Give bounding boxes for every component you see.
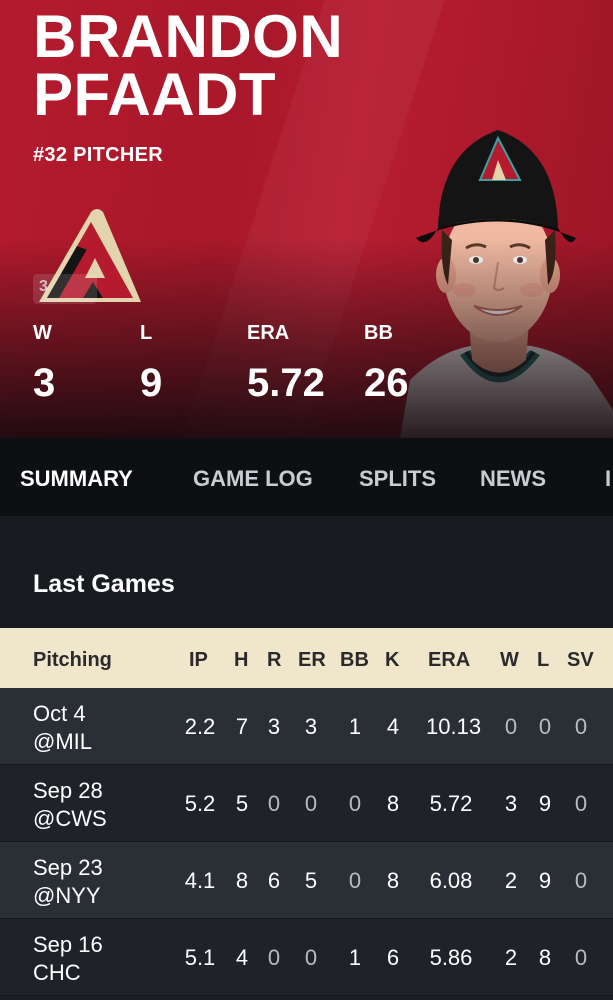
game-opponent: @NYY	[33, 883, 101, 908]
cell-k: 8	[386, 868, 400, 893]
stat-value: 3	[33, 361, 56, 405]
game-date: Sep 23	[33, 855, 103, 880]
col-era: ERA	[428, 649, 471, 671]
cell-sv: 0	[574, 791, 588, 816]
overlay-badge: 3	[33, 274, 97, 304]
game-date-opponent: Oct 4 @MIL	[33, 700, 92, 756]
cell-ip: 4.1	[184, 868, 216, 893]
cell-bb: 0	[348, 868, 362, 893]
tab-news[interactable]: NEWS	[480, 466, 546, 492]
cell-era: 10.13	[426, 714, 482, 739]
game-date: Sep 28	[33, 778, 103, 803]
col-er: ER	[298, 649, 326, 671]
table-header: Pitching IP H R ER BB K ERA W L SV	[0, 628, 613, 688]
cell-er: 3	[304, 714, 318, 739]
cell-l: 0	[538, 714, 552, 739]
player-name: BRANDON PFAADT	[33, 3, 344, 128]
game-opponent: @MIL	[33, 729, 93, 754]
table-row[interactable]: Sep 23 @NYY 4.1 8 6 5 0 8 6.08 2 9 0	[0, 842, 613, 919]
tab-splits[interactable]: SPLITS	[359, 466, 436, 492]
stat-walks: BB 26	[364, 322, 409, 406]
cell-k: 6	[386, 945, 400, 970]
col-h: H	[234, 649, 249, 671]
stat-losses: L 9	[140, 322, 162, 406]
game-date: Sep 16	[33, 932, 103, 957]
col-l: L	[537, 649, 550, 671]
cell-er: 0	[304, 791, 318, 816]
cell-era: 6.08	[429, 868, 473, 893]
tab-bar: SUMMARY GAME LOG SPLITS NEWS I	[0, 438, 613, 516]
game-opponent: CHC	[33, 960, 81, 985]
cell-ip: 5.1	[184, 945, 216, 970]
stat-label: ERA	[247, 322, 290, 344]
stat-label: BB	[364, 322, 393, 344]
game-date-opponent: Sep 28 @CWS	[33, 777, 107, 833]
tab-overflow[interactable]: I	[605, 466, 611, 492]
cell-ip: 2.2	[184, 714, 216, 739]
game-date-opponent: Sep 16 CHC	[33, 931, 103, 987]
col-k: K	[385, 649, 400, 671]
cell-r: 3	[267, 714, 281, 739]
tab-summary[interactable]: SUMMARY	[20, 466, 133, 492]
cell-k: 8	[386, 791, 400, 816]
game-date: Oct 4	[33, 701, 86, 726]
cell-era: 5.72	[429, 791, 473, 816]
cell-era: 5.86	[429, 945, 473, 970]
col-pitching: Pitching	[33, 649, 112, 671]
cell-bb: 0	[348, 791, 362, 816]
last-games-section: Last Games	[0, 516, 613, 628]
stat-label: L	[140, 322, 153, 344]
player-number-position: #32 PITCHER	[33, 144, 164, 166]
stat-era: ERA 5.72	[247, 322, 325, 406]
cell-l: 9	[538, 791, 552, 816]
cell-sv: 0	[574, 868, 588, 893]
stat-label: W	[33, 322, 52, 344]
cell-er: 0	[304, 945, 318, 970]
tab-game-log[interactable]: GAME LOG	[193, 466, 313, 492]
cell-er: 5	[304, 868, 318, 893]
cell-ip: 5.2	[184, 791, 216, 816]
table-row[interactable]: Sep 16 CHC 5.1 4 0 0 1 6 5.86 2 8 0	[0, 919, 613, 996]
stat-value: 5.72	[247, 361, 325, 405]
col-r: R	[267, 649, 282, 671]
game-date-opponent: Sep 23 @NYY	[33, 854, 103, 910]
cell-sv: 0	[574, 714, 588, 739]
cell-bb: 1	[348, 945, 362, 970]
table-row[interactable]: Sep 28 @CWS 5.2 5 0 0 0 8 5.72 3 9 0	[0, 765, 613, 842]
cell-r: 0	[267, 945, 281, 970]
cell-sv: 0	[574, 945, 588, 970]
player-hero: BRANDON PFAADT #32 PITCHER 3 W 3 L 9 ERA…	[0, 0, 613, 438]
section-title: Last Games	[33, 570, 175, 598]
stat-value: 9	[140, 361, 163, 405]
stat-wins: W 3	[33, 322, 55, 406]
cell-k: 4	[386, 714, 400, 739]
cell-l: 8	[538, 945, 552, 970]
col-w: W	[500, 649, 519, 671]
table-row[interactable]: Oct 4 @MIL 2.2 7 3 3 1 4 10.13 0 0 0	[0, 688, 613, 765]
cell-r: 6	[267, 868, 281, 893]
stat-value: 26	[364, 361, 409, 405]
col-bb: BB	[340, 649, 369, 671]
col-ip: IP	[189, 649, 208, 671]
cell-r: 0	[267, 791, 281, 816]
col-sv: SV	[567, 649, 594, 671]
player-last-name: PFAADT	[33, 61, 276, 128]
game-opponent: @CWS	[33, 806, 107, 831]
cell-bb: 1	[348, 714, 362, 739]
player-first-name: BRANDON	[33, 3, 344, 70]
cell-l: 9	[538, 868, 552, 893]
